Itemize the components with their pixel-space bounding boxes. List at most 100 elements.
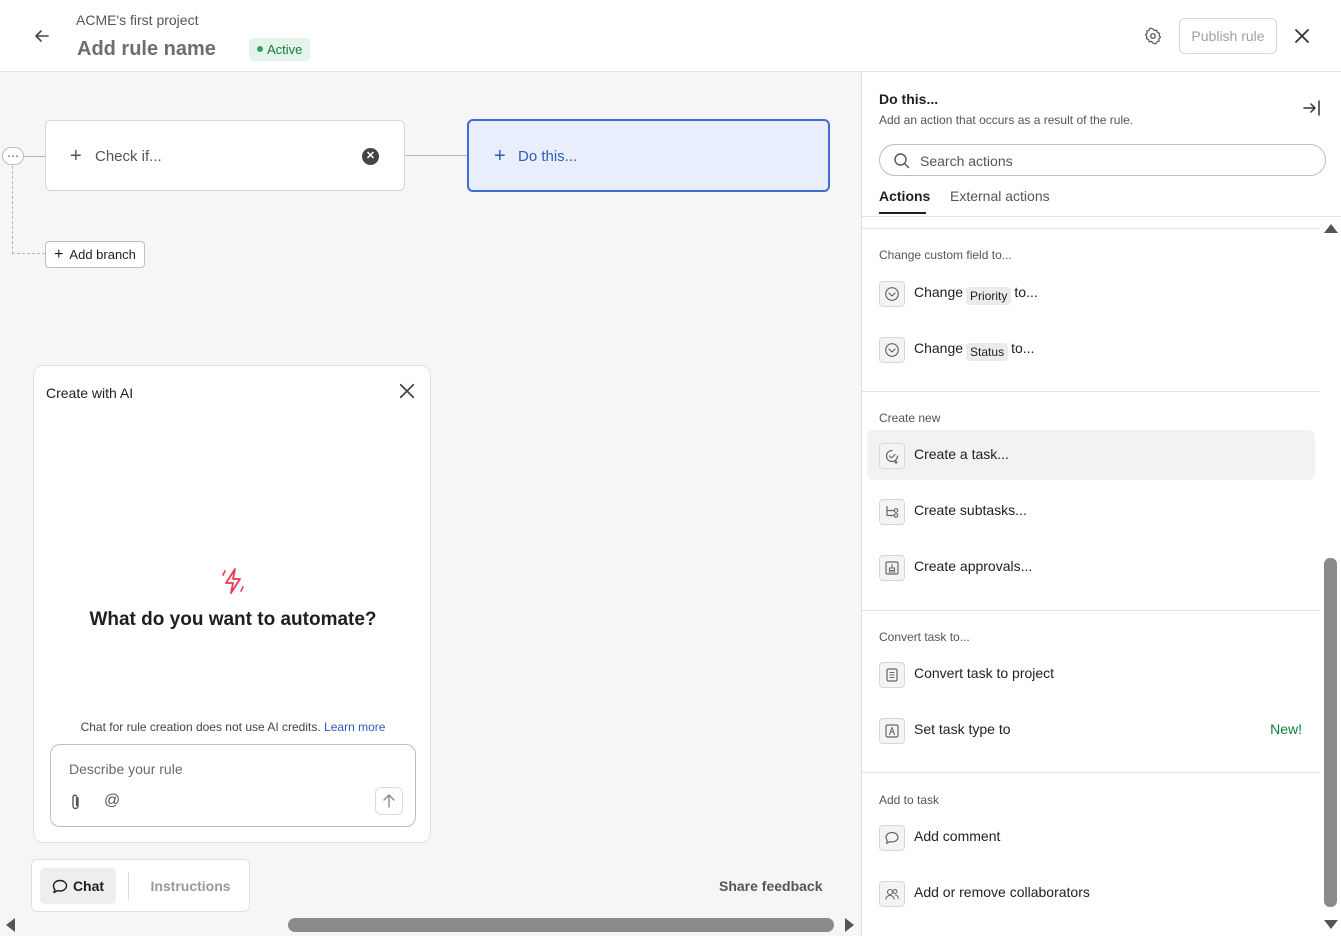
do-this-node[interactable]: + Do this... xyxy=(467,119,830,192)
divider xyxy=(862,610,1320,611)
back-arrow-icon xyxy=(35,30,49,42)
action-label: Change Status to... xyxy=(914,340,1034,361)
arrow-up-icon xyxy=(383,794,395,808)
status-badge: Active xyxy=(249,38,311,61)
publish-rule-button[interactable]: Publish rule xyxy=(1179,18,1277,54)
divider xyxy=(862,772,1320,773)
action-label: Create subtasks... xyxy=(914,502,1027,518)
actions-side-panel: Do this... Add an action that occurs as … xyxy=(861,72,1341,936)
field-chip: Status xyxy=(966,343,1009,361)
action-add-comment[interactable]: Add comment xyxy=(867,812,1315,862)
learn-more-link[interactable]: Learn more xyxy=(324,720,385,734)
branch-connector xyxy=(12,166,13,254)
action-change-priority[interactable]: Change Priority to... xyxy=(867,268,1315,318)
section-label: Change custom field to... xyxy=(879,248,1012,262)
side-panel-header: Do this... Add an action that occurs as … xyxy=(862,72,1341,217)
collaborators-icon xyxy=(879,881,905,907)
add-branch-button[interactable]: + Add branch xyxy=(45,241,145,268)
convert-project-icon xyxy=(879,662,905,688)
action-set-task-type[interactable]: Set task type to New! xyxy=(867,705,1315,755)
field-chip: Priority xyxy=(966,287,1012,305)
scroll-right-icon[interactable] xyxy=(845,918,854,932)
action-add-remove-collaborators[interactable]: Add or remove collaborators xyxy=(867,868,1315,918)
tab-actions[interactable]: Actions xyxy=(879,188,930,204)
mention-icon[interactable]: @ xyxy=(104,792,120,810)
collapse-panel-icon[interactable] xyxy=(1302,98,1322,118)
approval-stamp-icon xyxy=(879,555,905,581)
actions-list: Change custom field to... Change Priority… xyxy=(862,218,1320,936)
close-icon xyxy=(1295,29,1309,43)
comment-icon xyxy=(879,825,905,851)
rule-canvas[interactable]: ⋯ + Check if... ✕ + Do this... + Add bran… xyxy=(0,72,861,936)
action-label-prefix: Change xyxy=(914,284,964,300)
check-if-label: Check if... xyxy=(95,148,162,165)
scroll-left-icon[interactable] xyxy=(6,918,15,932)
action-label-suffix: to... xyxy=(1014,284,1038,300)
back-button[interactable] xyxy=(28,22,56,50)
action-label: Change Priority to... xyxy=(914,284,1038,305)
action-label: Convert task to project xyxy=(914,665,1055,681)
divider xyxy=(862,391,1320,392)
status-dot-icon xyxy=(257,46,263,52)
do-this-label: Do this... xyxy=(518,148,578,165)
send-button[interactable] xyxy=(375,787,403,815)
lightning-icon xyxy=(222,568,244,594)
action-change-status[interactable]: Change Status to... xyxy=(867,324,1315,374)
action-label: Add comment xyxy=(914,828,1001,844)
close-icon[interactable] xyxy=(399,383,415,399)
plus-icon: + xyxy=(54,245,64,263)
action-label-prefix: Change xyxy=(914,340,964,356)
side-panel-subtitle: Add an action that occurs as a result of… xyxy=(879,113,1134,127)
task-type-icon xyxy=(879,718,905,744)
close-button[interactable] xyxy=(1290,24,1314,48)
more-options-icon[interactable]: ⋯ xyxy=(2,147,24,165)
chat-bubble-icon xyxy=(52,879,68,893)
tab-external-actions[interactable]: External actions xyxy=(950,188,1050,204)
branch-connector xyxy=(12,253,45,254)
tab-instructions[interactable]: Instructions xyxy=(138,868,243,904)
divider xyxy=(862,228,1320,229)
scroll-up-icon[interactable] xyxy=(1324,224,1338,233)
dropdown-field-icon xyxy=(879,337,905,363)
describe-rule-input[interactable]: Describe your rule @ xyxy=(50,744,416,827)
tab-chat-label: Chat xyxy=(72,878,105,894)
section-label: Add to task xyxy=(879,793,940,807)
action-convert-to-project[interactable]: Convert task to project xyxy=(867,649,1315,699)
plus-icon: + xyxy=(70,145,82,167)
section-label: Create new xyxy=(879,411,941,425)
action-create-subtasks[interactable]: Create subtasks... xyxy=(867,486,1315,536)
create-with-ai-panel: Create with AI What do you want to autom… xyxy=(33,365,431,843)
header: ACME's first project Add rule name Activ… xyxy=(0,0,1341,72)
create-task-icon xyxy=(879,443,905,469)
scrollbar-thumb[interactable] xyxy=(1324,558,1337,907)
rule-name-field[interactable]: Add rule name xyxy=(77,38,216,61)
action-label: Create a task... xyxy=(914,446,1009,462)
action-label: Add or remove collaborators xyxy=(914,884,1090,900)
scroll-down-icon[interactable] xyxy=(1324,920,1338,929)
chat-mode-tabs: Chat Instructions xyxy=(31,859,250,912)
search-actions-input[interactable]: Search actions xyxy=(879,144,1326,176)
attach-icon[interactable] xyxy=(69,793,83,811)
ai-credits-text: Chat for rule creation does not use AI c… xyxy=(80,720,321,734)
action-create-task[interactable]: Create a task... xyxy=(867,430,1315,480)
vertical-scrollbar[interactable] xyxy=(1320,218,1341,936)
horizontal-scrollbar[interactable] xyxy=(0,914,861,936)
status-badge-label: Active xyxy=(267,42,303,57)
scrollbar-thumb[interactable] xyxy=(288,918,834,932)
action-label: Set task type to xyxy=(914,721,1011,737)
settings-button[interactable] xyxy=(1141,24,1165,48)
section-label: Convert task to... xyxy=(879,630,970,644)
check-if-node[interactable]: + Check if... ✕ xyxy=(45,120,405,191)
tab-chat[interactable]: Chat xyxy=(40,868,116,904)
remove-condition-icon[interactable]: ✕ xyxy=(362,148,379,165)
ai-panel-title: Create with AI xyxy=(46,385,134,401)
plus-icon: + xyxy=(494,145,506,167)
share-feedback-link[interactable]: Share feedback xyxy=(719,878,823,894)
ai-credits-note: Chat for rule creation does not use AI c… xyxy=(34,720,432,734)
new-badge: New! xyxy=(1270,721,1302,737)
action-create-approvals[interactable]: Create approvals... xyxy=(867,542,1315,592)
describe-rule-placeholder: Describe your rule xyxy=(69,761,183,777)
divider xyxy=(128,872,129,900)
search-placeholder: Search actions xyxy=(920,153,1013,169)
project-name[interactable]: ACME's first project xyxy=(76,12,198,28)
